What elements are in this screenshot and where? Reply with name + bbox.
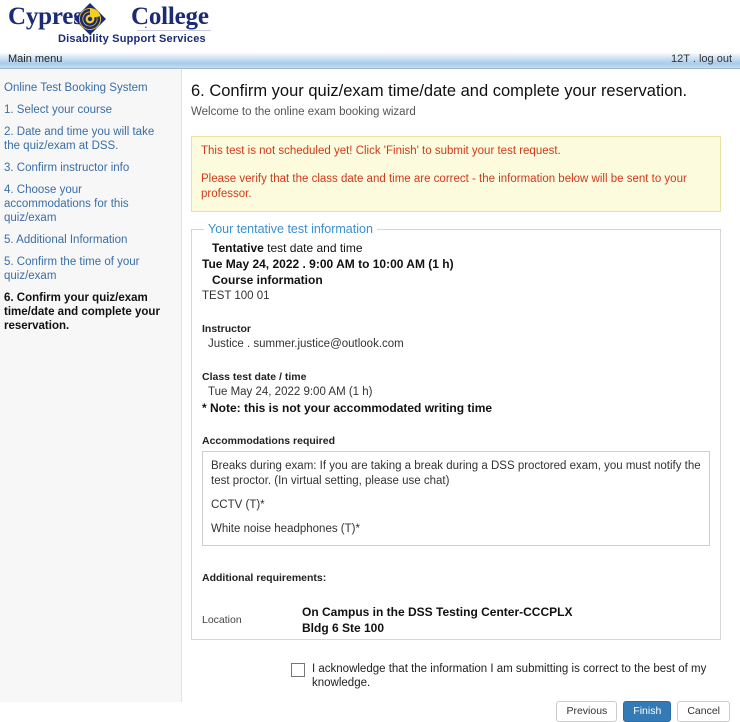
accommodations-group: Accommodations required Breaks during ex… <box>202 434 710 546</box>
acknowledgement-row: I acknowledge that the information I am … <box>191 662 732 690</box>
brand-divider-rule <box>137 30 211 31</box>
sidebar-item-date-and-time[interactable]: 2. Date and time you will take the quiz/… <box>0 122 181 158</box>
additional-requirements-label: Additional requirements: <box>202 572 327 584</box>
fieldset-legend: Your tentative test information <box>208 222 373 236</box>
accommodations-required-label: Accommodations required <box>202 435 336 447</box>
main-menu-link[interactable]: Main menu <box>8 53 62 65</box>
brand-trailing-dot: . <box>144 16 148 31</box>
accommodations-list-box: Breaks during exam: If you are taking a … <box>202 451 710 546</box>
sidebar-item-select-course[interactable]: 1. Select your course <box>0 100 181 122</box>
course-information-label: Course information <box>212 273 323 287</box>
tentative-datetime-value: Tue May 24, 2022 . 9:00 AM to 10:00 AM (… <box>202 257 454 271</box>
site-header: Cypress College Disability Support Servi… <box>0 0 740 51</box>
cancel-button[interactable]: Cancel <box>677 701 730 722</box>
acknowledge-label: I acknowledge that the information I am … <box>312 663 707 689</box>
class-test-date-value: Tue May 24, 2022 9:00 AM (1 h) <box>208 386 373 398</box>
alert-line-verify: Please verify that the class date and ti… <box>201 173 687 200</box>
accommodated-time-note: * Note: this is not your accommodated wr… <box>202 401 493 415</box>
brand-subtitle: Disability Support Services <box>58 33 206 45</box>
brand-wordmark: Cypress College <box>8 2 223 35</box>
tentative-word: Tentative <box>212 241 264 255</box>
content-area: Online Test Booking System 1. Select you… <box>0 69 740 722</box>
accommodation-item: White noise headphones (T)* <box>211 523 360 535</box>
accommodation-item: CCTV (T)* <box>211 499 265 511</box>
warning-alert-box: This test is not scheduled yet! Click 'F… <box>191 136 721 212</box>
class-test-date-group: Class test date / time Tue May 24, 2022 … <box>202 370 710 416</box>
tentative-test-information-fieldset: Your tentative test information Tentativ… <box>191 222 721 640</box>
finish-button[interactable]: Finish <box>623 701 672 722</box>
instructor-group: Instructor Justice . summer.justice@outl… <box>202 322 710 352</box>
sidebar-item-confirm-instructor-info[interactable]: 3. Confirm instructor info <box>0 158 181 180</box>
accommodation-item: Breaks during exam: If you are taking a … <box>211 460 701 487</box>
class-test-date-label: Class test date / time <box>202 371 307 383</box>
sidebar-item-confirm-time[interactable]: 5. Confirm the time of your quiz/exam <box>0 252 181 288</box>
location-line-1: On Campus in the DSS Testing Center-CCCP… <box>302 605 573 619</box>
instructor-value: Justice . summer.justice@outlook.com <box>208 338 404 350</box>
location-row: Location On Campus in the DSS Testing Ce… <box>202 604 710 636</box>
previous-button[interactable]: Previous <box>556 701 618 722</box>
user-session-area: 12T . log out <box>671 53 732 65</box>
acknowledge-checkbox[interactable] <box>291 663 305 677</box>
sidebar-item-online-test-booking-system[interactable]: Online Test Booking System <box>0 78 181 100</box>
location-line-2: Bldg 6 Ste 100 <box>302 621 385 635</box>
user-id-label: 12T . <box>671 53 696 65</box>
wizard-steps-sidebar: Online Test Booking System 1. Select you… <box>0 69 182 702</box>
tentative-label-rest: test date and time <box>263 241 363 255</box>
course-information-value: TEST 100 01 <box>202 290 270 302</box>
sidebar-item-additional-information[interactable]: 5. Additional Information <box>0 230 181 252</box>
cypress-college-diamond-swirl-logo-icon <box>73 2 107 36</box>
wizard-button-row: Previous Finish Cancel <box>191 701 732 722</box>
main-panel: 6. Confirm your quiz/exam time/date and … <box>183 69 740 722</box>
alert-line-not-scheduled: This test is not scheduled yet! Click 'F… <box>201 145 561 157</box>
location-value-group: On Campus in the DSS Testing Center-CCCP… <box>302 604 572 636</box>
course-information-group: Course information TEST 100 01 <box>202 272 710 304</box>
tentative-datetime-group: Tentative test date and time Tue May 24,… <box>202 240 710 272</box>
brand-word-college: College <box>131 3 209 30</box>
instructor-label: Instructor <box>202 323 252 335</box>
tentative-datetime-label: Tentative test date and time <box>202 240 710 256</box>
page-root: Cypress College Disability Support Servi… <box>0 0 740 722</box>
sidebar-item-choose-accommodations[interactable]: 4. Choose your accommodations for this q… <box>0 180 181 230</box>
brand-logo: Cypress College Disability Support Servi… <box>8 2 223 48</box>
logout-link[interactable]: log out <box>699 53 732 65</box>
page-title: 6. Confirm your quiz/exam time/date and … <box>191 82 688 100</box>
location-label: Location <box>202 614 242 626</box>
sidebar-item-confirm-and-complete[interactable]: 6. Confirm your quiz/exam time/date and … <box>0 288 181 338</box>
main-menu-bar: Main menu 12T . log out <box>0 51 740 69</box>
page-subtitle: Welcome to the online exam booking wizar… <box>191 106 416 118</box>
